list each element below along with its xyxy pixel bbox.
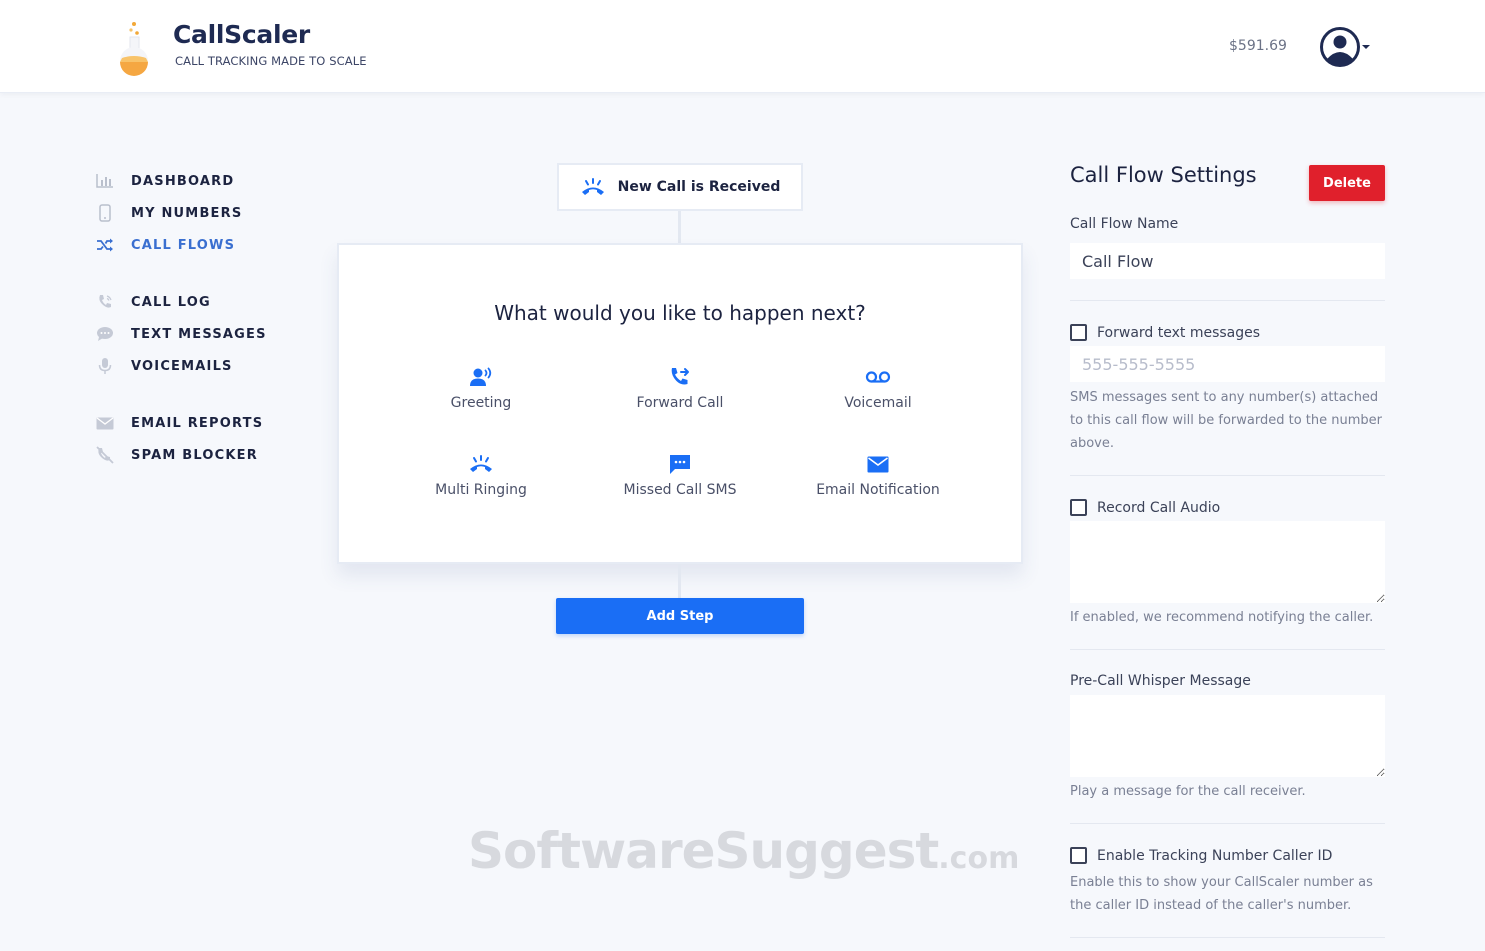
tracking-caller-id-label: Enable Tracking Number Caller ID: [1097, 847, 1333, 864]
option-label: Forward Call: [636, 395, 724, 411]
sidebar-item-label: CALL LOG: [131, 294, 211, 310]
user-avatar-icon[interactable]: [1320, 27, 1360, 67]
record-audio-label: Record Call Audio: [1097, 499, 1221, 516]
envelope-icon: [778, 451, 978, 477]
record-audio-textarea[interactable]: [1070, 521, 1385, 603]
add-step-button[interactable]: Add Step: [556, 598, 804, 634]
sidebar-item-label: VOICEMAILS: [131, 358, 233, 374]
call-flow-name-input[interactable]: [1070, 243, 1385, 279]
divider: [1070, 475, 1385, 476]
sidebar-item-dashboard[interactable]: DASHBOARD: [95, 170, 295, 192]
forward-text-help: SMS messages sent to any number(s) attac…: [1070, 390, 1383, 451]
option-forward-call[interactable]: Forward Call: [580, 364, 780, 420]
sidebar-item-my-numbers[interactable]: MY NUMBERS: [95, 202, 295, 224]
option-label: Email Notification: [816, 482, 940, 498]
sidebar-item-label: SPAM BLOCKER: [131, 447, 258, 463]
divider: [1070, 649, 1385, 650]
voicemail-icon: [778, 364, 978, 390]
whisper-message-textarea[interactable]: [1070, 695, 1385, 777]
chevron-down-icon[interactable]: [1362, 44, 1370, 50]
divider: [1070, 823, 1385, 824]
microphone-icon: [95, 357, 115, 375]
brand-name: CallScaler: [173, 20, 310, 49]
option-label: Voicemail: [844, 395, 912, 411]
divider: [1070, 937, 1385, 938]
next-step-question: What would you like to happen next?: [494, 301, 866, 325]
ringing-phone-icon: [581, 178, 604, 195]
ringing-phone-icon: [381, 451, 581, 477]
phone-forward-icon: [580, 364, 780, 390]
flow-connector: [678, 211, 681, 243]
sidebar-item-call-log[interactable]: CALL LOG: [95, 291, 295, 313]
flow-connector: [678, 564, 681, 598]
call-flow-name-label: Call Flow Name: [1070, 216, 1179, 232]
record-audio-checkbox[interactable]: [1070, 499, 1087, 516]
forward-text-checkbox-row[interactable]: Forward text messages: [1070, 324, 1260, 341]
sidebar-item-email-reports[interactable]: EMAIL REPORTS: [95, 412, 295, 434]
next-step-card: What would you like to happen next? Gree…: [337, 243, 1023, 564]
sms-bubble-icon: [580, 451, 780, 477]
flask-logo-icon: [120, 22, 148, 76]
watermark-suffix: .com: [938, 841, 1020, 876]
speaking-person-icon: [381, 364, 581, 390]
watermark-text: SoftwareSuggest: [468, 822, 939, 880]
chat-bubble-icon: [95, 325, 115, 343]
sidebar-item-text-messages[interactable]: TEXT MESSAGES: [95, 323, 295, 345]
phone-blocked-icon: [95, 446, 115, 464]
option-label: Greeting: [450, 395, 512, 411]
sidebar-item-label: EMAIL REPORTS: [131, 415, 264, 431]
brand-tagline: CALL TRACKING MADE TO SCALE: [175, 54, 367, 68]
record-audio-help: If enabled, we recommend notifying the c…: [1070, 610, 1374, 625]
bar-chart-icon: [95, 172, 115, 190]
account-balance: $591.69: [1229, 38, 1287, 54]
tracking-caller-id-help: Enable this to show your CallScaler numb…: [1070, 875, 1373, 913]
option-missed-call-sms[interactable]: Missed Call SMS: [580, 451, 780, 507]
option-label: Multi Ringing: [435, 482, 527, 498]
sidebar-item-label: MY NUMBERS: [131, 205, 243, 221]
sidebar-item-spam-blocker[interactable]: SPAM BLOCKER: [95, 444, 295, 466]
forward-number-input[interactable]: [1070, 346, 1385, 382]
flow-trigger-label: New Call is Received: [617, 179, 781, 195]
option-email-notification[interactable]: Email Notification: [778, 451, 978, 507]
settings-panel-title: Call Flow Settings: [1070, 163, 1257, 187]
option-greeting[interactable]: Greeting: [381, 364, 581, 420]
watermark: SoftwareSuggest.com: [468, 822, 1019, 880]
sidebar-item-voicemails[interactable]: VOICEMAILS: [95, 355, 295, 377]
phone-call-icon: [95, 293, 115, 311]
option-label: Missed Call SMS: [623, 482, 737, 498]
sidebar-item-label: DASHBOARD: [131, 173, 235, 189]
whisper-message-help: Play a message for the call receiver.: [1070, 784, 1306, 799]
record-audio-checkbox-row[interactable]: Record Call Audio: [1070, 499, 1220, 516]
phone-device-icon: [95, 204, 115, 222]
sidebar-item-label: CALL FLOWS: [131, 237, 236, 253]
tracking-caller-id-checkbox[interactable]: [1070, 847, 1087, 864]
whisper-message-label: Pre-Call Whisper Message: [1070, 673, 1251, 689]
forward-text-label: Forward text messages: [1097, 324, 1261, 341]
divider: [1070, 300, 1385, 301]
shuffle-icon: [95, 236, 115, 254]
delete-button[interactable]: Delete: [1309, 165, 1385, 201]
option-multi-ringing[interactable]: Multi Ringing: [381, 451, 581, 507]
tracking-caller-id-checkbox-row[interactable]: Enable Tracking Number Caller ID: [1070, 847, 1332, 864]
option-voicemail[interactable]: Voicemail: [778, 364, 978, 420]
sidebar-item-call-flows[interactable]: CALL FLOWS: [95, 234, 295, 256]
top-header: CallScaler CALL TRACKING MADE TO SCALE $…: [0, 0, 1485, 93]
forward-text-checkbox[interactable]: [1070, 324, 1087, 341]
flow-trigger-node[interactable]: New Call is Received: [557, 163, 803, 211]
sidebar-item-label: TEXT MESSAGES: [131, 326, 267, 342]
envelope-icon: [95, 414, 115, 432]
